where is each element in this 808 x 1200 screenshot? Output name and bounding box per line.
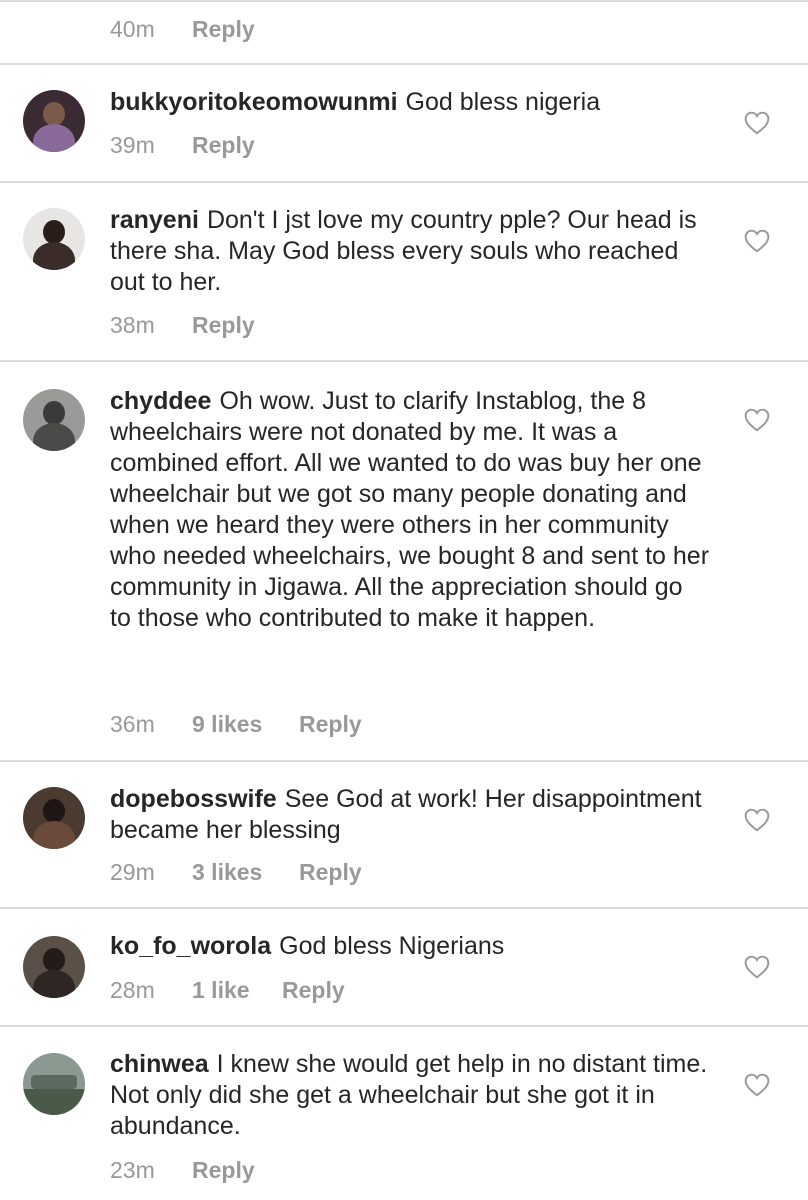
comment-item: ranyeni Don't I jst love my country pple?… <box>0 183 808 360</box>
comment-meta: 23m Reply <box>110 1155 255 1185</box>
comment-username[interactable]: ko_fo_worola <box>110 932 271 960</box>
reply-button[interactable]: Reply <box>299 711 362 738</box>
comment-username[interactable]: bukkyoritokeomowunmi <box>110 88 398 116</box>
comment-item: bukkyoritokeomowunmi God bless nigeria 39… <box>0 65 808 181</box>
top-divider <box>0 0 808 2</box>
reply-button[interactable]: Reply <box>192 312 255 339</box>
reply-button[interactable]: Reply <box>192 16 255 43</box>
likes-count[interactable]: 9 likes <box>192 711 299 738</box>
avatar[interactable] <box>23 1053 85 1115</box>
likes-count[interactable]: 1 like <box>192 977 282 1004</box>
comment-username[interactable]: dopebosswife <box>110 785 277 813</box>
comment-body: ranyeni Don't I jst love my country pple?… <box>110 205 710 298</box>
heart-outline-icon[interactable] <box>744 955 770 979</box>
heart-outline-icon[interactable] <box>744 1073 770 1097</box>
comment-time: 38m <box>110 311 155 338</box>
comment-meta: 36m 9 likes Reply <box>110 709 362 739</box>
comment-text: God bless Nigerians <box>279 932 505 960</box>
comment-body: bukkyoritokeomowunmi God bless nigeria <box>110 87 710 118</box>
comment-meta: 40m Reply <box>110 14 255 44</box>
heart-outline-icon[interactable] <box>744 229 770 253</box>
comment-time: 29m <box>110 858 155 885</box>
comment-username[interactable]: ranyeni <box>110 206 199 234</box>
avatar[interactable] <box>23 787 85 849</box>
comment-meta: 28m 1 like Reply <box>110 975 345 1005</box>
reply-button[interactable]: Reply <box>282 977 345 1004</box>
heart-outline-icon[interactable] <box>744 408 770 432</box>
avatar[interactable] <box>23 208 85 270</box>
comment-text: Oh wow. Just to clarify Instablog, the 8… <box>110 387 710 632</box>
comment-time: 28m <box>110 976 155 1003</box>
avatar[interactable] <box>23 936 85 998</box>
comment-item: dopebosswife See God at work! Her disappo… <box>0 762 808 907</box>
heart-outline-icon[interactable] <box>744 111 770 135</box>
comment-username[interactable]: chyddee <box>110 387 211 415</box>
comment-item: chinwea I knew she would get help in no d… <box>0 1027 808 1200</box>
reply-button[interactable]: Reply <box>192 1157 255 1184</box>
comment-time: 40m <box>110 15 155 42</box>
comment-item: chyddee Oh wow. Just to clarify Instablog… <box>0 362 808 760</box>
reply-button[interactable]: Reply <box>299 859 362 886</box>
comment-item: ko_fo_worola God bless Nigerians 28m 1 li… <box>0 909 808 1025</box>
comment-time: 36m <box>110 710 155 737</box>
comment-body: chinwea I knew she would get help in no d… <box>110 1049 710 1142</box>
comment-meta: 39m Reply <box>110 130 255 160</box>
avatar[interactable] <box>23 90 85 152</box>
comment-text: God bless nigeria <box>405 88 601 116</box>
comment-username[interactable]: chinwea <box>110 1050 209 1078</box>
comment-time: 39m <box>110 131 155 158</box>
comment-meta: 29m 3 likes Reply <box>110 857 362 887</box>
comment-meta: 38m Reply <box>110 310 255 340</box>
comment-body: dopebosswife See God at work! Her disappo… <box>110 784 710 846</box>
avatar[interactable] <box>23 389 85 451</box>
comment-body: chyddee Oh wow. Just to clarify Instablog… <box>110 386 710 634</box>
comment-time: 23m <box>110 1156 155 1183</box>
heart-outline-icon[interactable] <box>744 808 770 832</box>
likes-count[interactable]: 3 likes <box>192 859 299 886</box>
comment-body: ko_fo_worola God bless Nigerians <box>110 931 710 962</box>
reply-button[interactable]: Reply <box>192 132 255 159</box>
